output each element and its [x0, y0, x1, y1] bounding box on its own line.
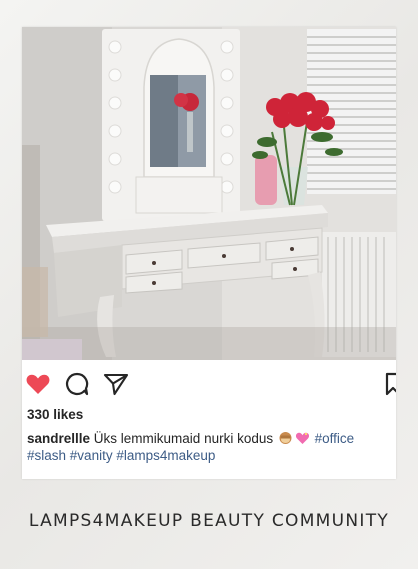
monkey-face-emoji — [279, 432, 292, 444]
send-icon — [103, 373, 129, 396]
instagram-post-card: 330 likes sandrellle Üks lemmikumaid nur… — [22, 27, 396, 479]
save-button[interactable] — [378, 370, 396, 398]
heart-icon — [26, 374, 50, 394]
post-actions — [22, 370, 396, 398]
bookmark-icon — [385, 372, 396, 396]
share-button[interactable] — [102, 370, 130, 398]
comment-button[interactable] — [63, 370, 91, 398]
comment-icon — [66, 372, 89, 396]
caption-username[interactable]: sandrellle — [27, 431, 90, 446]
vanity-desk-photo — [22, 27, 396, 360]
likes-count[interactable]: 330 likes — [27, 407, 83, 422]
hashtag-lamps4makeup[interactable]: #lamps4makeup — [116, 448, 215, 463]
caption-text: Üks lemmikumaid nurki kodus — [93, 431, 274, 446]
post-photo[interactable] — [22, 27, 396, 360]
polaroid-frame: 330 likes sandrellle Üks lemmikumaid nur… — [0, 0, 418, 569]
hashtag-slash[interactable]: #slash — [27, 448, 66, 463]
heart-emoji — [295, 432, 309, 444]
post-caption: sandrellle Üks lemmikumaid nurki kodus #… — [27, 430, 389, 464]
community-title: LAMPS4MAKEUP BEAUTY COMMUNITY — [28, 511, 390, 531]
like-button[interactable] — [24, 370, 52, 398]
hashtag-vanity[interactable]: #vanity — [70, 448, 113, 463]
hashtag-office[interactable]: #office — [315, 431, 355, 446]
